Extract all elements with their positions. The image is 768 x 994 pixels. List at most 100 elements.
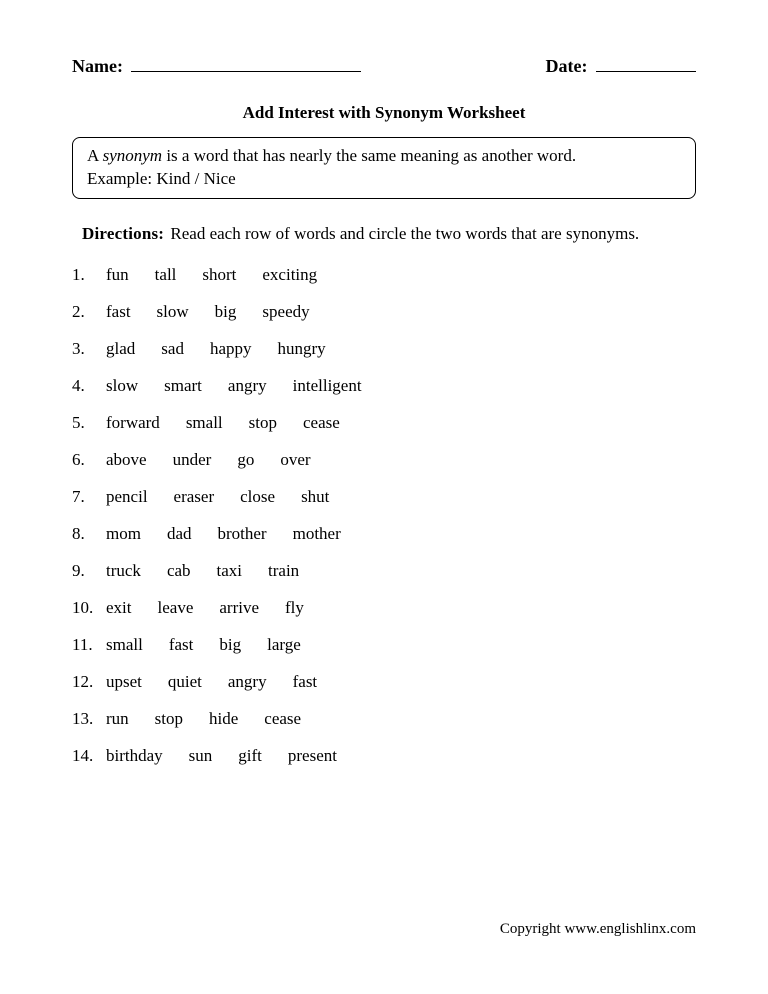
row-number: 8. bbox=[72, 524, 106, 544]
word-row: 12.upsetquietangryfast bbox=[72, 672, 696, 692]
word: mom bbox=[106, 524, 141, 544]
word: birthday bbox=[106, 746, 163, 766]
word: cease bbox=[303, 413, 340, 433]
definition-example: Example: Kind / Nice bbox=[87, 168, 681, 191]
name-blank-line[interactable] bbox=[131, 58, 361, 72]
word: happy bbox=[210, 339, 252, 359]
row-words: birthday sun gift present bbox=[106, 746, 363, 766]
row-words: momdadbrothermother bbox=[106, 524, 367, 544]
date-blank-line[interactable] bbox=[596, 58, 696, 72]
definition-line: A synonym is a word that has nearly the … bbox=[87, 145, 681, 168]
word-row: 7.pencil eraser close shut bbox=[72, 487, 696, 507]
word: smart bbox=[164, 376, 202, 396]
word: small bbox=[106, 635, 143, 655]
word: dad bbox=[167, 524, 192, 544]
word-row: 6.aboveundergoover bbox=[72, 450, 696, 470]
directions-text: Read each row of words and circle the tw… bbox=[170, 224, 639, 243]
word: angry bbox=[228, 376, 267, 396]
word: taxi bbox=[217, 561, 243, 581]
row-number: 13. bbox=[72, 709, 106, 729]
word: sad bbox=[161, 339, 184, 359]
word: gift bbox=[238, 746, 262, 766]
word: mother bbox=[293, 524, 341, 544]
row-words: upsetquietangryfast bbox=[106, 672, 343, 692]
definition-lead: A bbox=[87, 146, 103, 165]
word: cab bbox=[167, 561, 191, 581]
word: fast bbox=[169, 635, 194, 655]
word: present bbox=[288, 746, 337, 766]
word: sun bbox=[189, 746, 213, 766]
word: truck bbox=[106, 561, 141, 581]
date-label: Date: bbox=[546, 56, 588, 76]
row-words: glad sad happy hungry bbox=[106, 339, 352, 359]
word: above bbox=[106, 450, 147, 470]
row-number: 3. bbox=[72, 339, 106, 359]
word: go bbox=[237, 450, 254, 470]
word: large bbox=[267, 635, 301, 655]
row-number: 4. bbox=[72, 376, 106, 396]
row-number: 9. bbox=[72, 561, 106, 581]
word: arrive bbox=[219, 598, 259, 618]
word: shut bbox=[301, 487, 329, 507]
word-row: 13.runstophidecease bbox=[72, 709, 696, 729]
row-words: fastslowbigspeedy bbox=[106, 302, 336, 322]
word: tall bbox=[155, 265, 177, 285]
word: short bbox=[202, 265, 236, 285]
word: hungry bbox=[278, 339, 326, 359]
word-rows: 1.funtallshortexciting2.fastslowbigspeed… bbox=[72, 265, 696, 766]
word: small bbox=[186, 413, 223, 433]
worksheet-title: Add Interest with Synonym Worksheet bbox=[72, 103, 696, 123]
word: pencil bbox=[106, 487, 148, 507]
row-words: exitleavearrivefly bbox=[106, 598, 330, 618]
row-words: truck cab taxi train bbox=[106, 561, 325, 581]
row-words: pencil eraser close shut bbox=[106, 487, 355, 507]
row-words: aboveundergoover bbox=[106, 450, 337, 470]
row-number: 1. bbox=[72, 265, 106, 285]
word: intelligent bbox=[293, 376, 362, 396]
word: train bbox=[268, 561, 299, 581]
word: run bbox=[106, 709, 129, 729]
row-words: slow smart angry intelligent bbox=[106, 376, 388, 396]
word: cease bbox=[264, 709, 301, 729]
word-row: 3.glad sad happy hungry bbox=[72, 339, 696, 359]
row-number: 11. bbox=[72, 635, 106, 655]
row-words: forwardsmallstopcease bbox=[106, 413, 366, 433]
word: speedy bbox=[262, 302, 309, 322]
row-number: 14. bbox=[72, 746, 106, 766]
word: forward bbox=[106, 413, 160, 433]
word-row: 14.birthday sun gift present bbox=[72, 746, 696, 766]
row-words: funtallshortexciting bbox=[106, 265, 343, 285]
word: fast bbox=[293, 672, 318, 692]
word: exciting bbox=[262, 265, 317, 285]
row-number: 5. bbox=[72, 413, 106, 433]
directions-label: Directions: bbox=[82, 224, 164, 243]
row-words: runstophidecease bbox=[106, 709, 327, 729]
row-words: smallfastbiglarge bbox=[106, 635, 327, 655]
word: close bbox=[240, 487, 275, 507]
definition-rest: is a word that has nearly the same meani… bbox=[162, 146, 576, 165]
row-number: 7. bbox=[72, 487, 106, 507]
word: eraser bbox=[174, 487, 215, 507]
word: fast bbox=[106, 302, 131, 322]
word: slow bbox=[106, 376, 138, 396]
word: slow bbox=[157, 302, 189, 322]
row-number: 2. bbox=[72, 302, 106, 322]
word-row: 2.fastslowbigspeedy bbox=[72, 302, 696, 322]
word-row: 4.slow smart angry intelligent bbox=[72, 376, 696, 396]
word-row: 8.momdadbrothermother bbox=[72, 524, 696, 544]
word-row: 5.forwardsmallstopcease bbox=[72, 413, 696, 433]
definition-box: A synonym is a word that has nearly the … bbox=[72, 137, 696, 199]
definition-term: synonym bbox=[103, 146, 162, 165]
word: over bbox=[280, 450, 310, 470]
word: exit bbox=[106, 598, 132, 618]
word: upset bbox=[106, 672, 142, 692]
word-row: 9.truck cab taxi train bbox=[72, 561, 696, 581]
word: glad bbox=[106, 339, 135, 359]
name-label: Name: bbox=[72, 56, 123, 76]
word: quiet bbox=[168, 672, 202, 692]
row-number: 6. bbox=[72, 450, 106, 470]
name-field: Name: bbox=[72, 56, 361, 77]
directions: Directions: Read each row of words and c… bbox=[72, 221, 696, 247]
row-number: 12. bbox=[72, 672, 106, 692]
word: hide bbox=[209, 709, 238, 729]
